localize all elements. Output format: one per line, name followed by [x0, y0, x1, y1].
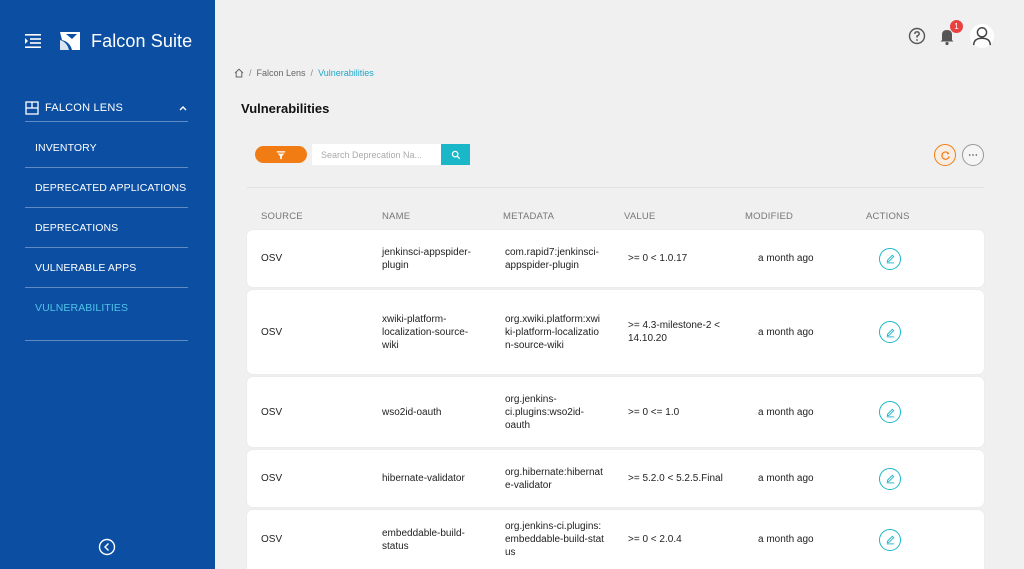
cell-name: wso2id-oauth	[382, 406, 442, 418]
breadcrumb-separator: /	[310, 68, 314, 78]
refresh-button[interactable]	[934, 144, 956, 166]
cell-metadata: com.rapid7:jenkinsci-appspider-plugin	[505, 246, 599, 271]
cell-name: jenkinsci-appspider-plugin	[382, 246, 471, 271]
cell-source: OSV	[261, 326, 283, 338]
edit-icon	[886, 535, 894, 545]
help-icon[interactable]	[908, 27, 926, 45]
edit-button[interactable]	[879, 528, 901, 551]
cell-modified: a month ago	[758, 326, 814, 338]
cell-value: >= 0 < 1.0.17	[628, 253, 688, 264]
filter-icon	[276, 150, 286, 159]
cell-actions	[852, 528, 973, 551]
breadcrumb-separator: /	[249, 68, 252, 78]
sidebar-item-deprecated-applications[interactable]: DEPRECATED APPLICATIONS	[25, 168, 188, 208]
cell-value: >= 5.2.0 < 5.2.5.Final	[628, 473, 723, 484]
cell-modified: a month ago	[758, 253, 814, 264]
avatar[interactable]	[970, 24, 994, 48]
breadcrumb: / Falcon Lens / Vulnerabilities	[234, 68, 374, 78]
app-title: Falcon Suite	[91, 30, 193, 51]
cell-actions	[852, 247, 973, 270]
notification-badge: 1	[950, 20, 963, 33]
breadcrumb-vulnerabilities: Vulnerabilities	[318, 68, 374, 78]
cell-name: hibernate-validator	[382, 473, 465, 484]
page-title: Vulnerabilities	[241, 101, 330, 116]
edit-button[interactable]	[879, 247, 901, 270]
collapse-icon[interactable]	[98, 538, 116, 556]
edit-icon	[886, 328, 894, 337]
cell-source: OSV	[261, 406, 283, 418]
sidebar-divider	[25, 340, 188, 341]
column-header-value[interactable]: VALUE	[610, 211, 731, 222]
column-header-metadata[interactable]: METADATA	[489, 211, 610, 222]
table-row[interactable]: OSV hibernate-validator org.hibernate:hi…	[247, 450, 984, 507]
cell-actions	[852, 321, 973, 343]
table-header: SOURCE NAME METADATA VALUE MODIFIED ACTI…	[247, 211, 984, 222]
falcon-logo	[60, 32, 80, 50]
table-row[interactable]: OSV jenkinsci-appspider-plugin com.rapid…	[247, 230, 984, 287]
cell-source: OSV	[261, 253, 283, 264]
edit-icon	[886, 254, 894, 264]
sidebar: Falcon Suite FALCON LENS INVENTORY DEPRE…	[0, 0, 215, 569]
chevron-up-icon[interactable]	[178, 103, 188, 113]
cell-source: OSV	[261, 473, 283, 484]
table-row[interactable]: OSV xwiki-platform-localization-source-w…	[247, 290, 984, 374]
sidebar-section-label: FALCON LENS	[45, 101, 124, 114]
cell-name: embeddable-build-status	[382, 527, 465, 552]
more-options-button[interactable]	[962, 144, 984, 166]
toolbar-divider	[247, 187, 984, 188]
column-header-name[interactable]: NAME	[368, 211, 489, 222]
cell-modified: a month ago	[758, 473, 814, 484]
sidebar-header: Falcon Suite	[24, 30, 192, 52]
edit-button[interactable]	[879, 321, 901, 343]
sidebar-item-vulnerable-apps[interactable]: VULNERABLE APPS	[25, 248, 188, 288]
cell-metadata: org.jenkins-ci.plugins:wso2id-oauth	[505, 393, 584, 431]
cell-value: >= 0 <= 1.0	[628, 406, 680, 418]
grid-icon	[25, 100, 39, 115]
sidebar-nav: INVENTORY DEPRECATED APPLICATIONS DEPREC…	[25, 128, 188, 328]
cell-modified: a month ago	[758, 534, 814, 545]
search-icon	[451, 150, 460, 159]
sidebar-item-vulnerabilities[interactable]: VULNERABILITIES	[25, 288, 188, 328]
sidebar-item-inventory[interactable]: INVENTORY	[25, 128, 188, 168]
edit-button[interactable]	[879, 401, 901, 423]
edit-icon	[886, 474, 894, 484]
column-header-modified[interactable]: MODIFIED	[731, 211, 852, 222]
refresh-icon	[940, 150, 950, 160]
sidebar-item-deprecations[interactable]: DEPRECATIONS	[25, 208, 188, 248]
cell-source: OSV	[261, 534, 283, 545]
cell-actions	[852, 467, 973, 490]
cell-name: xwiki-platform-localization-source-wiki	[382, 313, 469, 351]
notifications-button[interactable]: 1	[938, 20, 963, 46]
cell-value: >= 4.3-milestone-2 < 14.10.20	[628, 320, 720, 344]
edit-icon	[886, 408, 894, 417]
cell-value: >= 0 < 2.0.4	[628, 534, 682, 545]
cell-modified: a month ago	[758, 406, 814, 418]
table-row[interactable]: OSV wso2id-oauth org.jenkins-ci.plugins:…	[247, 377, 984, 447]
cell-metadata: org.jenkins-ci.plugins:embeddable-build-…	[505, 521, 604, 558]
search-input[interactable]	[312, 144, 441, 165]
edit-button[interactable]	[879, 467, 901, 490]
cell-metadata: org.hibernate:hibernate-validator	[505, 466, 603, 491]
table-row[interactable]: OSV embeddable-build-status org.jenkins-…	[247, 510, 984, 569]
breadcrumb-falcon-lens[interactable]: Falcon Lens	[257, 68, 306, 78]
cell-actions	[852, 401, 973, 423]
filter-button[interactable]	[255, 146, 307, 163]
menu-icon[interactable]	[24, 32, 42, 50]
search-button[interactable]	[441, 144, 470, 165]
column-header-actions: ACTIONS	[866, 211, 910, 222]
column-header-source[interactable]: SOURCE	[247, 211, 368, 222]
header-actions: 1	[908, 20, 994, 48]
cell-metadata: org.xwiki.platform:xwiki-platform-locali…	[505, 313, 601, 351]
home-icon[interactable]	[234, 68, 244, 78]
sidebar-section-falcon-lens[interactable]: FALCON LENS	[25, 94, 188, 122]
more-icon	[968, 154, 978, 156]
user-icon	[973, 27, 991, 46]
